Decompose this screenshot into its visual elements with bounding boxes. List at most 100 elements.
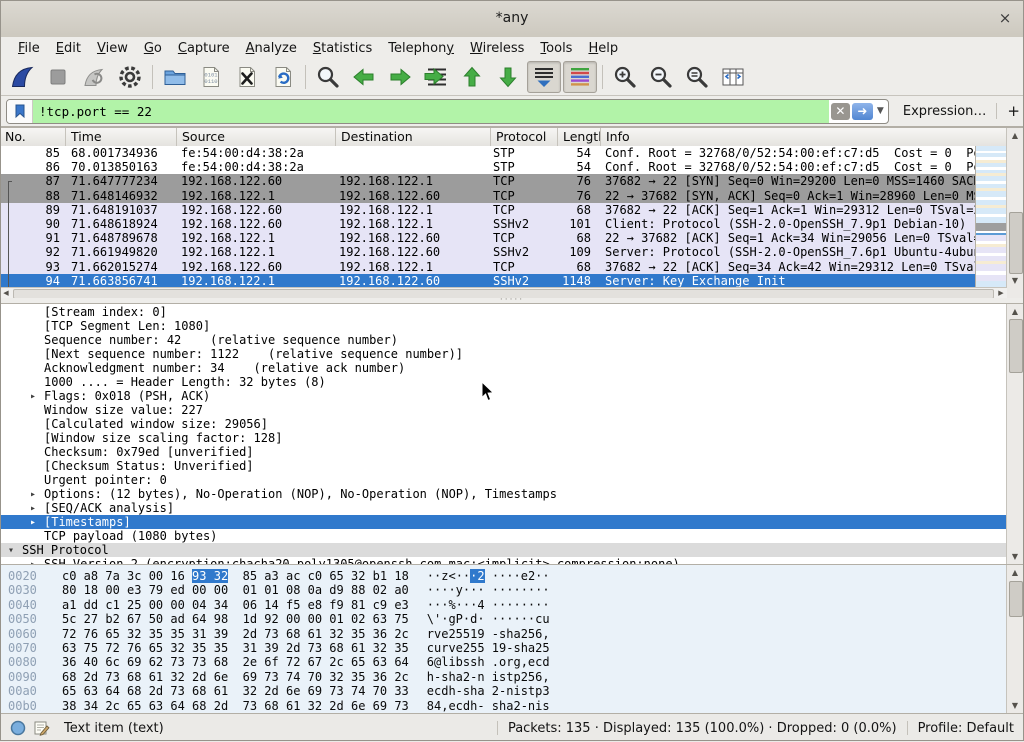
menu-go[interactable]: Go — [136, 39, 170, 58]
filter-dropdown-caret[interactable]: ▼ — [873, 106, 888, 116]
scroll-right-arrow-icon[interactable]: ▶ — [995, 288, 1007, 298]
hex-row-00a0[interactable]: 00a065 63 64 68 2d 73 68 61 32 2d 6e 69 … — [0, 684, 1024, 698]
zoom-out-button[interactable] — [644, 61, 678, 93]
go-to-packet-button[interactable] — [419, 61, 453, 93]
hex-row-0020[interactable]: 0020c0 a8 7a 3c 00 16 93 32 85 a3 ac c0 … — [0, 569, 1024, 583]
column-header-info[interactable]: Info — [601, 128, 1007, 146]
detail-line[interactable]: 1000 .... = Header Length: 32 bytes (8) — [0, 375, 1024, 389]
packet-row-88[interactable]: 8871.648146932192.168.122.1192.168.122.6… — [0, 189, 975, 203]
hex-row-0070[interactable]: 007063 75 72 76 65 32 35 35 31 39 2d 73 … — [0, 641, 1024, 655]
menu-analyze[interactable]: Analyze — [238, 39, 305, 58]
scrollbar-thumb[interactable] — [1009, 581, 1023, 617]
close-window-button[interactable]: × — [995, 8, 1015, 28]
hex-row-0060[interactable]: 006072 76 65 32 35 35 31 39 2d 73 68 61 … — [0, 627, 1024, 641]
hex-row-0080[interactable]: 008036 40 6c 69 62 73 73 68 2e 6f 72 67 … — [0, 655, 1024, 669]
packet-row-90[interactable]: 9071.648618924192.168.122.60192.168.122.… — [0, 217, 975, 231]
detail-line[interactable]: [TCP Segment Len: 1080] — [0, 319, 1024, 333]
scrollbar-thumb[interactable] — [1009, 319, 1023, 373]
detail-line[interactable]: [Checksum Status: Unverified] — [0, 459, 1024, 473]
tree-collapsed-icon[interactable]: ▸ — [30, 489, 44, 500]
auto-scroll-button[interactable] — [527, 61, 561, 93]
menu-file[interactable]: File — [10, 39, 48, 58]
tree-collapsed-icon[interactable]: ▸ — [30, 391, 44, 402]
detail-line[interactable]: Window size value: 227 — [0, 403, 1024, 417]
filter-add-button[interactable]: + — [997, 102, 1024, 120]
menu-edit[interactable]: Edit — [48, 39, 89, 58]
hex-row-0090[interactable]: 009068 2d 73 68 61 32 2d 6e 69 73 74 70 … — [0, 670, 1024, 684]
detail-line[interactable]: [Window size scaling factor: 128] — [0, 431, 1024, 445]
filter-clear-button[interactable]: ✕ — [831, 103, 850, 120]
detail-line[interactable]: ▸[Timestamps] — [0, 515, 1024, 529]
packet-row-89[interactable]: 8971.648191037192.168.122.60192.168.122.… — [0, 203, 975, 217]
title-bar[interactable]: *any × — [0, 0, 1024, 38]
column-header-no[interactable]: No. — [0, 128, 66, 146]
close-file-button[interactable] — [230, 61, 264, 93]
resize-columns-button[interactable] — [716, 61, 750, 93]
detail-line[interactable]: Sequence number: 42 (relative sequence n… — [0, 333, 1024, 347]
go-back-button[interactable] — [347, 61, 381, 93]
detail-line[interactable]: Urgent pointer: 0 — [0, 473, 1024, 487]
capture-options-button[interactable] — [113, 61, 147, 93]
packet-row-85[interactable]: 8568.001734936fe:54:00:d4:38:2aSTP54Conf… — [0, 146, 975, 160]
scroll-down-arrow-icon[interactable]: ▼ — [1007, 699, 1023, 712]
details-vertical-scrollbar[interactable]: ▲ ▼ — [1006, 304, 1024, 564]
tree-expanded-icon[interactable]: ▾ — [8, 545, 22, 556]
column-header-destination[interactable]: Destination — [336, 128, 491, 146]
packet-row-93[interactable]: 9371.662015274192.168.122.60192.168.122.… — [0, 260, 975, 274]
go-first-button[interactable] — [455, 61, 489, 93]
menu-view[interactable]: View — [89, 39, 136, 58]
detail-line[interactable]: ▸Options: (12 bytes), No-Operation (NOP)… — [0, 487, 1024, 501]
column-header-source[interactable]: Source — [177, 128, 336, 146]
start-capture-button[interactable] — [5, 61, 39, 93]
packet-row-87[interactable]: 8771.647777234192.168.122.60192.168.122.… — [0, 174, 975, 188]
detail-line[interactable]: [Stream index: 0] — [0, 305, 1024, 319]
filter-apply-button[interactable]: ➜ — [852, 103, 873, 120]
tree-collapsed-icon[interactable]: ▸ — [30, 503, 44, 514]
zoom-reset-button[interactable] — [680, 61, 714, 93]
detail-line[interactable]: Acknowledgment number: 34 (relative ack … — [0, 361, 1024, 375]
menu-statistics[interactable]: Statistics — [305, 39, 380, 58]
find-packet-button[interactable] — [311, 61, 345, 93]
scroll-up-arrow-icon[interactable]: ▲ — [1007, 566, 1023, 579]
scrollbar-thumb[interactable] — [1009, 212, 1023, 274]
bytes-vertical-scrollbar[interactable]: ▲ ▼ — [1006, 565, 1024, 713]
detail-line[interactable]: ▾SSH Protocol — [0, 543, 1024, 557]
menu-help[interactable]: Help — [580, 39, 626, 58]
scroll-down-arrow-icon[interactable]: ▼ — [1007, 274, 1023, 287]
expression-button[interactable]: Expression… — [889, 104, 997, 119]
hex-row-0040[interactable]: 0040a1 dd c1 25 00 00 04 34 06 14 f5 e8 … — [0, 598, 1024, 612]
reload-file-button[interactable] — [266, 61, 300, 93]
capture-comment-icon[interactable] — [34, 720, 50, 736]
detail-line[interactable]: ▸[SEQ/ACK analysis] — [0, 501, 1024, 515]
tree-collapsed-icon[interactable]: ▸ — [30, 517, 44, 528]
status-profile[interactable]: Profile: Default — [918, 721, 1014, 736]
zoom-in-button[interactable] — [608, 61, 642, 93]
hex-row-0050[interactable]: 00505c 27 b2 67 50 ad 64 98 1d 92 00 00 … — [0, 612, 1024, 626]
detail-line[interactable]: Checksum: 0x79ed [unverified] — [0, 445, 1024, 459]
open-file-button[interactable] — [158, 61, 192, 93]
filter-bookmark-button[interactable] — [7, 100, 33, 123]
packet-row-86[interactable]: 8670.013850163fe:54:00:d4:38:2aSTP54Conf… — [0, 160, 975, 174]
menu-wireless[interactable]: Wireless — [462, 39, 532, 58]
colorize-button[interactable] — [563, 61, 597, 93]
display-filter-input[interactable] — [33, 99, 829, 124]
menu-telephony[interactable]: Telephony — [380, 39, 462, 58]
menu-capture[interactable]: Capture — [170, 39, 238, 58]
scroll-left-arrow-icon[interactable]: ◀ — [0, 288, 12, 298]
packet-row-92[interactable]: 9271.661949820192.168.122.1192.168.122.6… — [0, 245, 975, 259]
expert-info-icon[interactable] — [10, 720, 26, 736]
go-last-button[interactable] — [491, 61, 525, 93]
detail-line[interactable]: [Next sequence number: 1122 (relative se… — [0, 347, 1024, 361]
column-header-time[interactable]: Time — [66, 128, 177, 146]
hex-row-0030[interactable]: 003080 18 00 e3 79 ed 00 00 01 01 08 0a … — [0, 583, 1024, 597]
column-header-length[interactable]: Length — [558, 128, 601, 146]
scroll-up-arrow-icon[interactable]: ▲ — [1007, 129, 1023, 142]
detail-line[interactable]: [Calculated window size: 29056] — [0, 417, 1024, 431]
go-forward-button[interactable] — [383, 61, 417, 93]
detail-line[interactable]: ▸Flags: 0x018 (PSH, ACK) — [0, 389, 1024, 403]
column-header-protocol[interactable]: Protocol — [491, 128, 558, 146]
hex-row-00b0[interactable]: 00b038 34 2c 65 63 64 68 2d 73 68 61 32 … — [0, 699, 1024, 713]
scroll-down-arrow-icon[interactable]: ▼ — [1007, 550, 1023, 563]
packet-list-vertical-scrollbar[interactable]: ▲ ▼ — [1006, 128, 1024, 288]
packet-row-94[interactable]: 9471.663856741192.168.122.1192.168.122.6… — [0, 274, 975, 288]
